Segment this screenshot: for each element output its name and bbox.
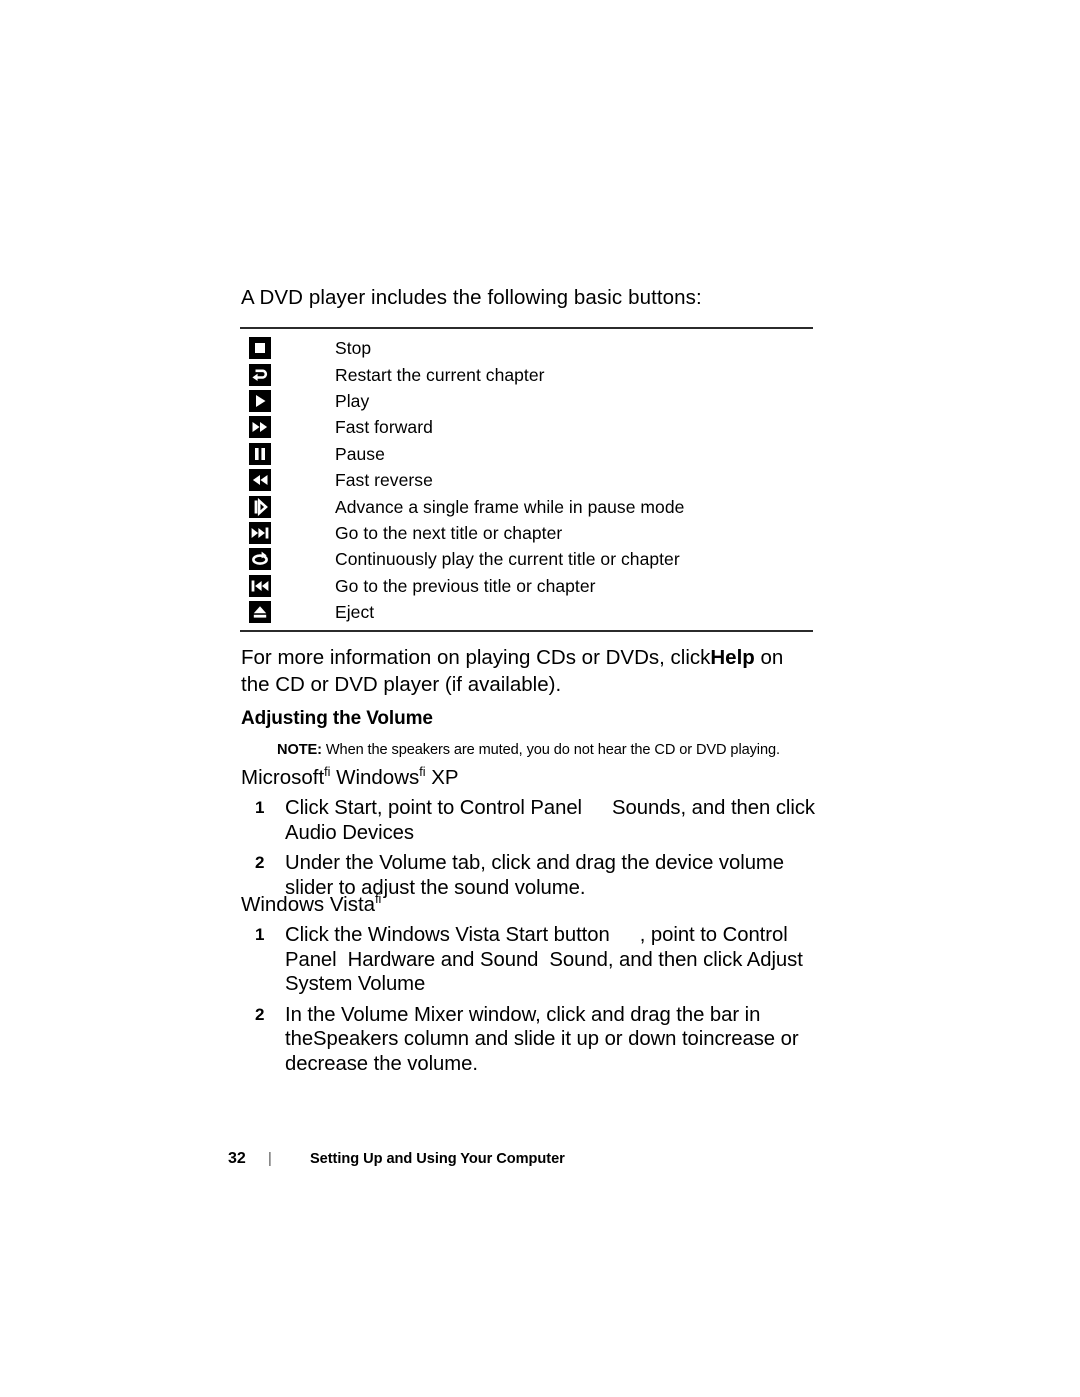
- os-heading-xp-part1: Microsoft: [241, 766, 325, 789]
- button-label: Play: [335, 390, 370, 411]
- icon-cell: [240, 495, 335, 518]
- document-page: A DVD player includes the following basi…: [0, 0, 1080, 1397]
- footer-separator: |: [268, 1151, 272, 1167]
- os-heading-xp-part2: Windows: [330, 766, 420, 789]
- table-bottom-rule: [240, 630, 813, 633]
- fast-reverse-icon: [249, 469, 271, 492]
- ui-term: Hardware and Sound: [347, 948, 539, 971]
- button-label: Restart the current chapter: [335, 364, 545, 385]
- icon-cell: [240, 601, 335, 624]
- icon-cell: [240, 574, 335, 597]
- restart-chapter-icon: [249, 363, 271, 386]
- icon-cell: [240, 363, 335, 386]
- button-label: Continuously play the current title or c…: [335, 549, 680, 570]
- table-row: Go to the next title or chapter: [240, 520, 813, 546]
- list-item: 2 In the Volume Mixer window, click and …: [254, 1003, 834, 1077]
- step-seg: Click: [285, 797, 335, 819]
- list-item: 1 Click Start, point to Control Panel Sou…: [254, 796, 834, 845]
- step-seg: Under the: [285, 852, 380, 874]
- step-seg: Click the Windows Vista Start button: [285, 924, 610, 946]
- step-seg: the volume.: [368, 1052, 478, 1075]
- table-body: Stop Restart the current chapter Play Fa…: [240, 329, 813, 627]
- ui-term: Audio Devices: [285, 821, 414, 844]
- ui-term: Sound: [549, 948, 608, 971]
- eject-icon: [249, 601, 271, 624]
- dvd-buttons-table: Stop Restart the current chapter Play Fa…: [240, 327, 813, 633]
- stop-icon: [249, 337, 271, 360]
- ui-term: Volume: [379, 852, 447, 874]
- step-seg: , point to: [376, 797, 460, 819]
- step-text: Click Start, point to Control Panel Sound…: [285, 796, 834, 845]
- table-row: Go to the previous title or chapter: [240, 573, 813, 599]
- ui-term: Control Panel: [459, 797, 583, 819]
- step-seg: or: [775, 1028, 799, 1050]
- play-icon: [249, 389, 271, 412]
- more-information-paragraph: For more information on playing CDs or D…: [241, 645, 801, 698]
- icon-cell: [240, 337, 335, 360]
- icon-cell: [240, 521, 335, 544]
- frame-advance-icon: [249, 495, 271, 518]
- step-number: 2: [255, 1004, 265, 1024]
- table-row: Advance a single frame while in pause mo…: [240, 493, 813, 519]
- icon-cell: [240, 469, 335, 492]
- os-heading-xp: Microsoftfi Windowsfi XP: [241, 765, 459, 791]
- button-label: Go to the next title or chapter: [335, 522, 563, 543]
- fast-forward-icon: [249, 416, 271, 439]
- button-label: Eject: [335, 602, 375, 623]
- step-seg: column and slide it up or down to: [398, 1028, 699, 1050]
- os-heading-vista: Windows Vistafi: [241, 892, 381, 918]
- step-number: 1: [255, 798, 265, 817]
- table-row: Continuously play the current title or c…: [240, 546, 813, 572]
- ui-term: Start: [334, 797, 377, 819]
- ui-term: decrease: [285, 1052, 369, 1075]
- registered-mark-icon: fi: [375, 892, 382, 907]
- steps-list-xp: 1 Click Start, point to Control Panel Sou…: [254, 796, 834, 906]
- os-heading-vista-part1: Windows Vista: [241, 893, 376, 916]
- step-seg: , and then click: [680, 797, 816, 819]
- step-seg: , point to: [639, 924, 723, 946]
- footer-title: Setting Up and Using Your Computer: [310, 1151, 565, 1167]
- icon-cell: [240, 548, 335, 571]
- icon-cell: [240, 442, 335, 465]
- steps-list-vista: 1 Click the Windows Vista Start button, …: [254, 923, 834, 1082]
- button-label: Fast reverse: [335, 470, 433, 491]
- ui-term: increase: [698, 1028, 776, 1050]
- table-row: Pause: [240, 441, 813, 467]
- table-row: Fast forward: [240, 414, 813, 440]
- note-block: NOTE: When the speakers are muted, you d…: [277, 741, 837, 760]
- next-title-icon: [249, 521, 271, 544]
- ui-term: Sounds: [612, 797, 681, 819]
- button-label: Fast forward: [335, 417, 433, 438]
- icon-cell: [240, 416, 335, 439]
- note-text: When the speakers are muted, you do not …: [325, 742, 780, 758]
- table-row: Stop: [240, 335, 813, 361]
- step-text: Click the Windows Vista Start button , po…: [285, 923, 834, 997]
- table-row: Play: [240, 388, 813, 414]
- step-text: In the Volume Mixer window, click and dr…: [285, 1003, 834, 1077]
- step-number: 1: [255, 925, 265, 944]
- paragraph-text-before: For more information on playing CDs or D…: [241, 646, 711, 669]
- section-heading: Adjusting the Volume: [241, 708, 433, 729]
- os-heading-xp-part3: XP: [425, 766, 459, 789]
- button-label: Stop: [335, 338, 372, 359]
- table-row: Eject: [240, 599, 813, 625]
- step-seg: , and then click: [607, 948, 747, 971]
- help-bold-text: Help: [710, 646, 755, 669]
- button-label: Pause: [335, 443, 385, 464]
- previous-title-icon: [249, 574, 271, 597]
- repeat-loop-icon: [249, 548, 271, 571]
- pause-icon: [249, 442, 271, 465]
- intro-text: A DVD player includes the following basi…: [241, 286, 702, 309]
- table-row: Fast reverse: [240, 467, 813, 493]
- icon-cell: [240, 389, 335, 412]
- list-item: 1 Click the Windows Vista Start button, …: [254, 923, 834, 997]
- footer-page-number: 32: [228, 1150, 246, 1167]
- ui-term: Speakers: [313, 1028, 399, 1050]
- table-row: Restart the current chapter: [240, 361, 813, 387]
- page-footer: 32 | Setting Up and Using Your Computer: [228, 1150, 565, 1168]
- note-label: NOTE:: [277, 742, 322, 758]
- button-label: Advance a single frame while in pause mo…: [335, 496, 685, 517]
- button-label: Go to the previous title or chapter: [335, 575, 596, 596]
